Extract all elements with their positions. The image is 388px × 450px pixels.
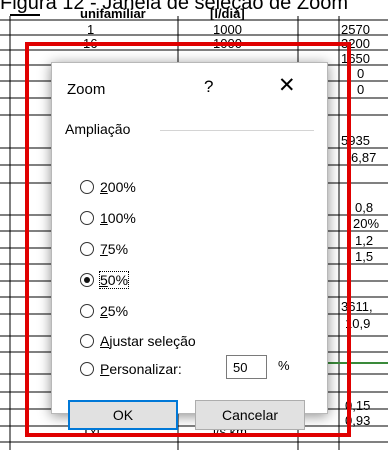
zoom-dialog: Zoom ? ✕ Ampliação 200% 100% 75% 50% 25%… <box>51 62 328 430</box>
cell-right-value: 0 <box>357 82 365 97</box>
cell-header-b: [l/dia] <box>210 6 245 21</box>
option-mnemonic: 5 <box>100 272 108 288</box>
cell-right-value: 0,8 <box>355 200 374 215</box>
sheet-header-underline <box>10 14 40 16</box>
option-mnemonic: A <box>100 333 110 349</box>
cell-right-value: 1,2 <box>355 233 374 248</box>
cell-right-value: 6,87 <box>351 150 377 165</box>
cell-row1-c: 2570 <box>341 22 370 37</box>
option-label: 5% <box>107 303 129 319</box>
option-label: 5% <box>107 241 129 257</box>
radio-button-selected[interactable] <box>80 273 94 287</box>
option-mnemonic: 2 <box>100 179 108 195</box>
help-button[interactable]: ? <box>204 77 213 97</box>
cell-right-value: 0 <box>357 66 365 81</box>
cell-right-value: 1,5 <box>355 249 374 264</box>
cell-header-a: unifamiliar <box>80 6 146 21</box>
radio-button[interactable] <box>80 180 94 194</box>
close-button[interactable]: ✕ <box>278 73 296 98</box>
group-label: Ampliação <box>65 121 137 137</box>
option-label: 0% <box>107 272 129 288</box>
radio-button[interactable] <box>80 211 94 225</box>
option-mnemonic: 1 <box>100 210 108 226</box>
radio-dot <box>84 277 90 283</box>
zoom-option-75[interactable]: 75% <box>80 239 128 259</box>
option-mnemonic: P <box>100 361 110 377</box>
zoom-option-100[interactable]: 100% <box>80 208 136 228</box>
option-label: 00% <box>107 179 136 195</box>
cell-row1-a: 1 <box>87 22 95 37</box>
radio-button[interactable] <box>80 304 94 318</box>
option-mnemonic: 2 <box>100 303 108 319</box>
dialog-title: Zoom <box>67 81 106 98</box>
ok-button[interactable]: OK <box>68 400 178 430</box>
option-mnemonic: 7 <box>100 241 108 257</box>
option-label: justar seleção <box>109 333 196 349</box>
close-icon: ✕ <box>278 74 296 97</box>
group-divider <box>160 130 314 131</box>
cell-row1-b: 1000 <box>213 22 242 37</box>
radio-button[interactable] <box>80 242 94 256</box>
custom-zoom-input[interactable]: 50 <box>226 355 267 379</box>
option-label: ersonalizar: <box>109 361 182 377</box>
zoom-option-fit-selection[interactable]: Ajustar seleção <box>80 331 196 351</box>
cancel-button[interactable]: Cancelar <box>195 400 305 430</box>
zoom-option-50[interactable]: 50% <box>80 270 130 290</box>
zoom-option-custom[interactable]: Personalizar: <box>80 359 182 379</box>
percent-unit: % <box>278 358 290 373</box>
radio-button[interactable] <box>80 362 94 376</box>
zoom-option-200[interactable]: 200% <box>80 177 136 197</box>
option-label: 00% <box>107 210 136 226</box>
zoom-option-25[interactable]: 25% <box>80 301 128 321</box>
radio-button[interactable] <box>80 334 94 348</box>
cell-right-value: 20% <box>353 216 380 231</box>
